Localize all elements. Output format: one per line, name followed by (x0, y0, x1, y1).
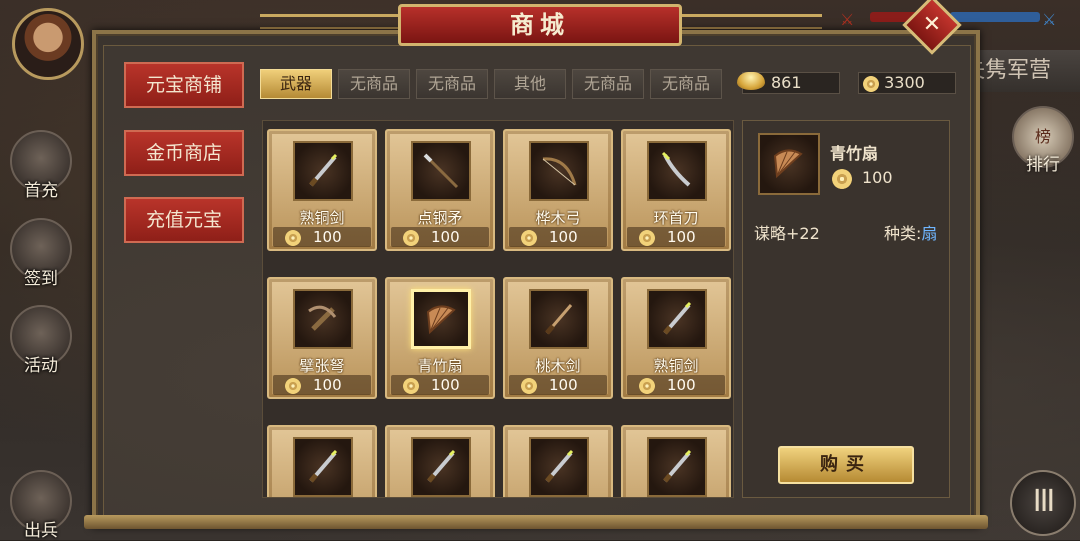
item-price: 100 (391, 227, 489, 247)
category-ingot-shop[interactable]: 元宝商铺 (124, 62, 244, 108)
sword-icon (411, 437, 471, 497)
coin-icon (863, 75, 879, 92)
tab-empty-2[interactable]: 无商品 (416, 69, 488, 99)
item-price: 100 (273, 227, 371, 247)
item-name: 熟铜剑 (299, 209, 345, 227)
sword-icon (529, 437, 589, 497)
category-recharge-ingot[interactable]: 充值元宝 (124, 197, 244, 243)
panel-bottom-trim (84, 515, 988, 529)
fan-icon (758, 133, 820, 195)
category-coin-shop[interactable]: 金币商店 (124, 130, 244, 176)
tab-empty-4[interactable]: 无商品 (650, 69, 722, 99)
detail-price: 100 (832, 168, 893, 189)
tab-other[interactable]: 其他 (494, 69, 566, 99)
item-name: 桦木弓 (535, 209, 581, 227)
item-price: 100 (509, 227, 607, 247)
shop-title: 商城 (398, 4, 682, 46)
coin-icon (403, 377, 419, 394)
item-card-10[interactable] (503, 425, 613, 497)
item-price: 100 (273, 375, 371, 395)
ingot-amount: 861 (771, 73, 802, 92)
coin-balance: 3300 (858, 72, 956, 94)
sign-in-label: 签到 (24, 269, 58, 289)
coin-icon (521, 229, 537, 246)
item-card-3[interactable]: 环首刀 100 (621, 129, 731, 251)
coin-amount: 3300 (884, 73, 925, 92)
sword-icon (293, 141, 353, 201)
item-card-0[interactable]: 熟铜剑 100 (267, 129, 377, 251)
wooden-sword-icon (529, 289, 589, 349)
detail-type: 种类:扇 (884, 224, 938, 243)
blue-status-bar (950, 12, 1040, 22)
spear-icon (411, 141, 471, 201)
close-icon: ✕ (922, 12, 942, 37)
saber-icon (647, 141, 707, 201)
sword-icon (647, 289, 707, 349)
ranking-label: 排行 (1026, 155, 1060, 175)
tab-weapons[interactable]: 武器 (260, 69, 332, 99)
sword-icon (647, 437, 707, 497)
item-card-11[interactable] (621, 425, 731, 497)
item-card-6[interactable]: 桃木剑 100 (503, 277, 613, 399)
detail-stat: 谋略+22 (754, 224, 820, 243)
first-recharge-label: 首充 (24, 181, 58, 201)
item-card-4[interactable]: 擘张弩 100 (267, 277, 377, 399)
ingot-icon (737, 72, 765, 90)
item-name: 青竹扇 (417, 357, 463, 375)
player-avatar[interactable] (12, 8, 84, 80)
tab-empty-1[interactable]: 无商品 (338, 69, 410, 99)
deploy-troops-label: 出兵 (24, 521, 58, 541)
item-card-8[interactable] (267, 425, 377, 497)
events-label: 活动 (24, 356, 58, 376)
item-name: 熟铜剑 (653, 357, 699, 375)
detail-type-value: 扇 (921, 224, 938, 243)
item-card-5[interactable]: 青竹扇 100 (385, 277, 495, 399)
coin-icon (285, 229, 301, 246)
item-card-7[interactable]: 熟铜剑 100 (621, 277, 731, 399)
crossbow-icon (293, 289, 353, 349)
item-price: 100 (627, 375, 725, 395)
item-name: 环首刀 (653, 209, 699, 227)
item-name: 点钢矛 (417, 209, 463, 227)
title-ornament-left (260, 14, 400, 29)
coin-icon (403, 229, 419, 246)
bow-icon (529, 141, 589, 201)
item-price: 100 (509, 375, 607, 395)
faction-red-icon: ⚔ (840, 10, 855, 29)
fan-icon (411, 289, 471, 349)
coin-icon (832, 168, 852, 189)
detail-item-name: 青竹扇 (830, 144, 879, 163)
item-name: 擘张弩 (299, 357, 345, 375)
title-ornament-right (682, 14, 822, 29)
item-price: 100 (391, 375, 489, 395)
buy-button[interactable]: 购买 (778, 446, 914, 484)
coin-icon (285, 377, 301, 394)
faction-blue-icon: ⚔ (1042, 10, 1057, 29)
main-menu-button[interactable]: III (1010, 470, 1076, 536)
item-card-2[interactable]: 桦木弓 100 (503, 129, 613, 251)
coin-icon (521, 377, 537, 394)
item-grid: 熟铜剑 100 点钢矛 100 桦木弓 100 环首刀 100 擘张弩 100 … (262, 120, 734, 498)
coin-icon (639, 377, 655, 394)
sword-icon (293, 437, 353, 497)
item-name: 桃木剑 (535, 357, 581, 375)
coin-icon (639, 229, 655, 246)
tab-empty-3[interactable]: 无商品 (572, 69, 644, 99)
item-card-9[interactable] (385, 425, 495, 497)
item-card-1[interactable]: 点钢矛 100 (385, 129, 495, 251)
item-price: 100 (627, 227, 725, 247)
